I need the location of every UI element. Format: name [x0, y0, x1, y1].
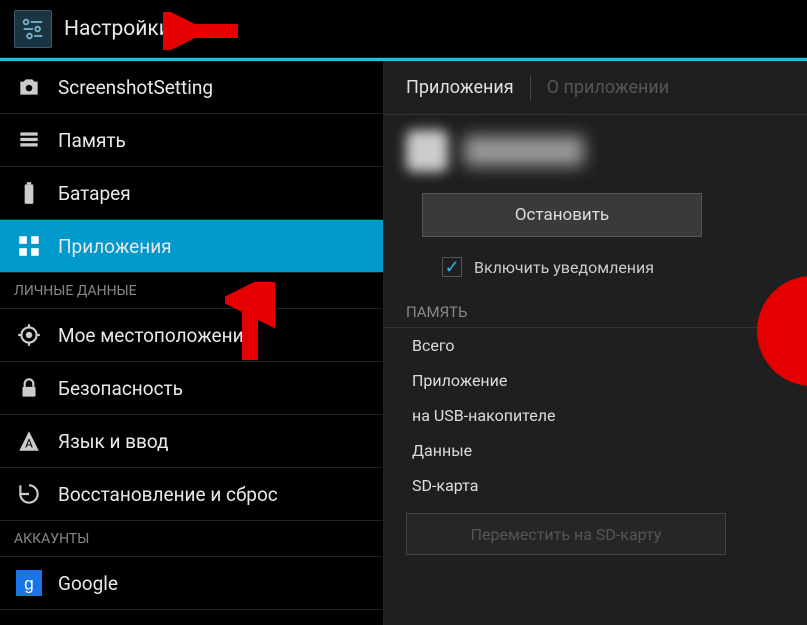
section-accounts: АККАУНТЫ — [0, 521, 383, 557]
sidebar-item-label: Google — [58, 572, 118, 595]
sidebar-item-label: Восстановление и сброс — [58, 483, 278, 506]
sidebar-item-security[interactable]: Безопасность — [0, 362, 383, 415]
svg-text:A: A — [25, 437, 33, 451]
sidebar-item-google[interactable]: g Google — [0, 557, 383, 610]
tab-divider — [530, 75, 531, 101]
stop-button[interactable]: Остановить — [422, 193, 702, 237]
sidebar-item-apps[interactable]: Приложения — [0, 220, 383, 273]
location-icon — [16, 322, 42, 348]
row-total: Всего — [384, 328, 807, 363]
tab-apps[interactable]: Приложения — [406, 77, 530, 98]
sidebar-item-reset[interactable]: Восстановление и сброс — [0, 468, 383, 521]
language-icon: A — [16, 428, 42, 454]
battery-icon — [16, 180, 42, 206]
sidebar-item-label: Безопасность — [58, 377, 183, 400]
checkbox-icon[interactable]: ✓ — [442, 257, 462, 277]
content-panel: Приложения О приложении Остановить ✓ Вкл… — [384, 61, 807, 625]
section-personal: ЛИЧНЫЕ ДАННЫЕ — [0, 273, 383, 309]
reset-icon — [16, 481, 42, 507]
sidebar-item-label: ScreenshotSetting — [58, 76, 213, 99]
sidebar-item-language[interactable]: A Язык и ввод — [0, 415, 383, 468]
apps-icon — [16, 233, 42, 259]
sidebar-item-label: Мое местоположение — [58, 324, 254, 347]
move-to-sd-button[interactable]: Переместить на SD-карту — [406, 513, 726, 555]
row-usb: на USB-накопителе — [384, 398, 807, 433]
sidebar-item-screenshot[interactable]: ScreenshotSetting — [0, 61, 383, 114]
sidebar-item-battery[interactable]: Батарея — [0, 167, 383, 220]
camera-icon — [16, 74, 42, 100]
lock-icon — [16, 375, 42, 401]
row-app: Приложение — [384, 363, 807, 398]
sidebar-item-label: Приложения — [58, 235, 172, 258]
svg-text:g: g — [24, 574, 34, 594]
memory-header: ПАМЯТЬ — [384, 295, 807, 328]
sidebar-item-label: Батарея — [58, 182, 131, 205]
storage-icon — [16, 127, 42, 153]
header: Настройки — [0, 0, 807, 58]
google-icon: g — [16, 570, 42, 596]
row-data: Данные — [384, 433, 807, 468]
tabs: Приложения О приложении — [384, 61, 807, 115]
app-name-blurred — [464, 136, 584, 166]
sidebar-item-label: Язык и ввод — [58, 430, 169, 453]
sidebar: ScreenshotSetting Память Батарея Приложе… — [0, 61, 384, 625]
checkbox-label: Включить уведомления — [474, 258, 654, 277]
sidebar-item-storage[interactable]: Память — [0, 114, 383, 167]
sidebar-item-location[interactable]: Мое местоположение — [0, 309, 383, 362]
app-icon-blurred — [406, 130, 448, 172]
row-sd: SD-карта — [384, 468, 807, 503]
tab-about[interactable]: О приложении — [547, 77, 686, 98]
settings-icon — [14, 10, 52, 48]
page-title: Настройки — [64, 17, 171, 41]
notifications-row[interactable]: ✓ Включить уведомления — [384, 247, 807, 295]
app-info-row — [384, 115, 807, 187]
sidebar-item-label: Память — [58, 129, 126, 152]
